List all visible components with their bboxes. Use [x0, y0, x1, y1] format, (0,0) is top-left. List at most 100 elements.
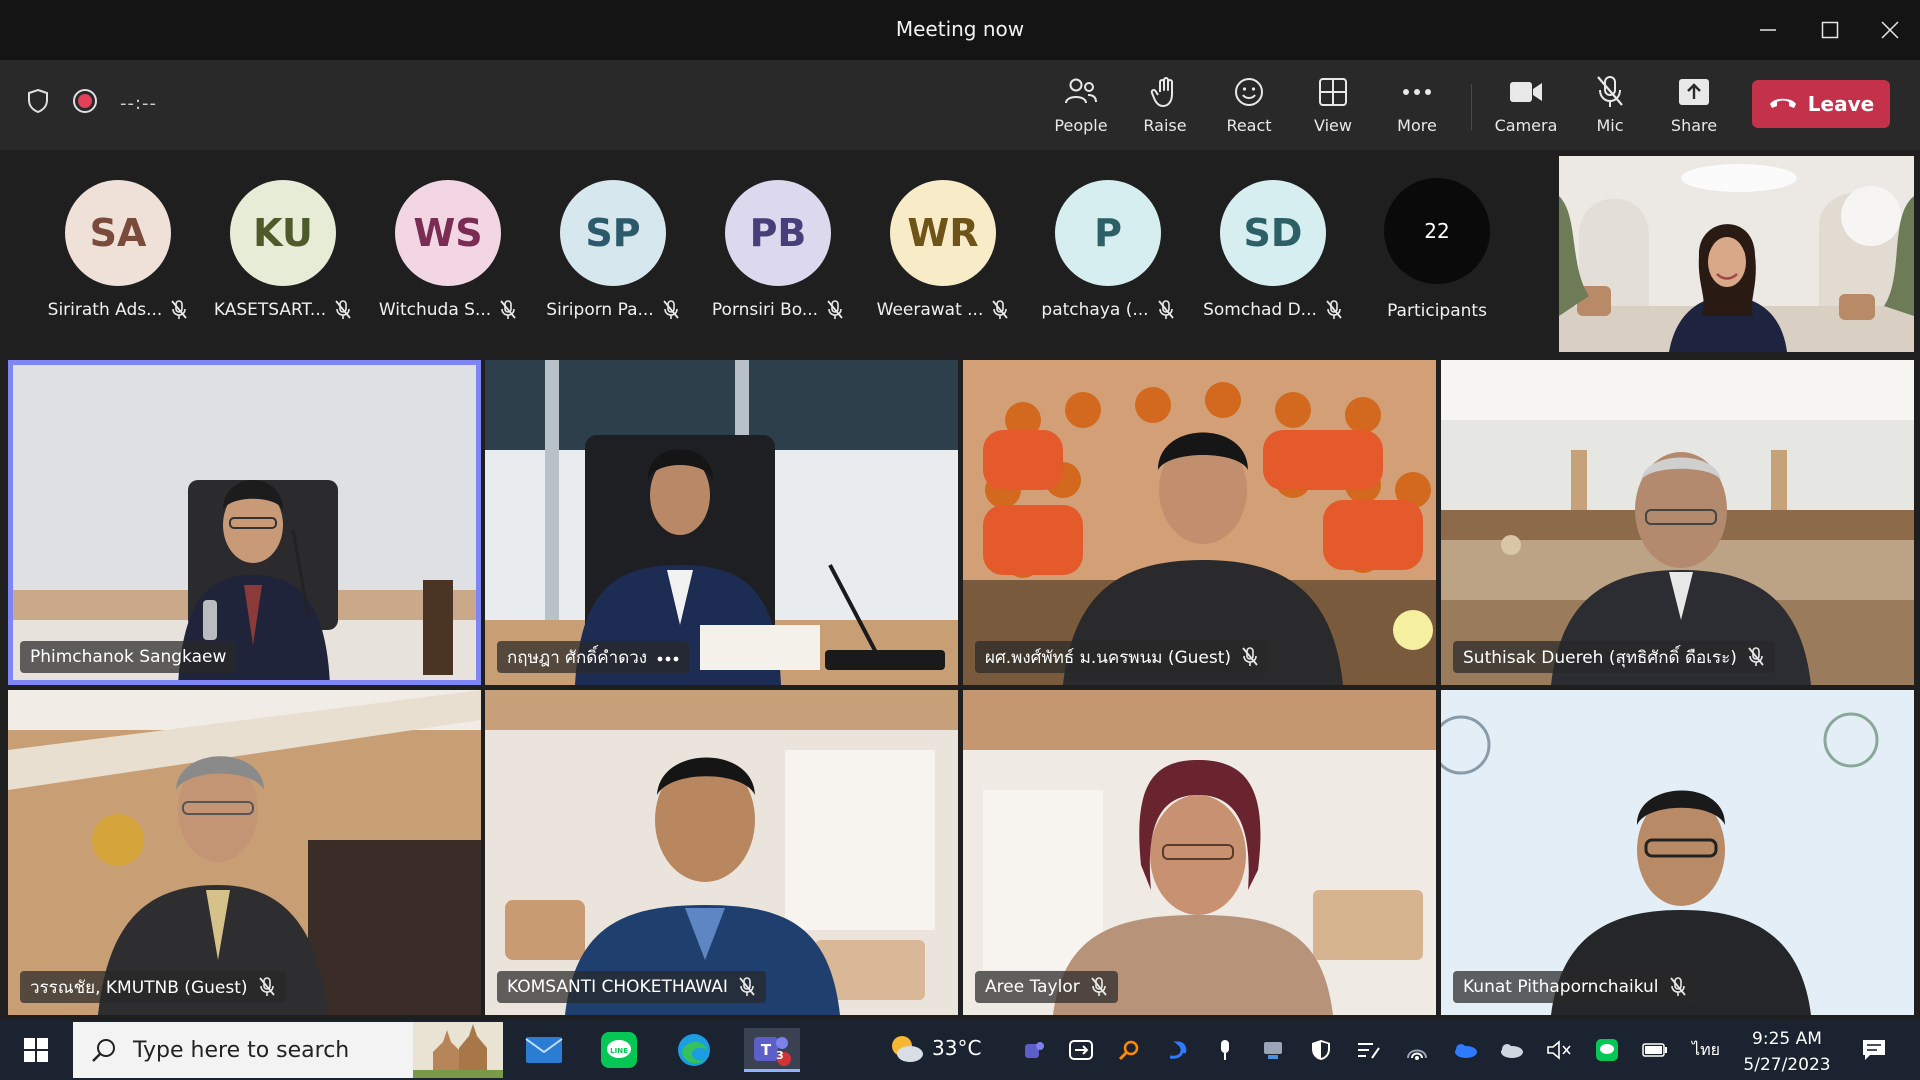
participant-video-tile[interactable]: Suthisak Duereh (สุทธิศักดิ์ ดือเระ) — [1441, 360, 1914, 685]
self-view-video[interactable] — [1559, 156, 1914, 352]
participant-video-tile[interactable]: ผศ.พงศ์พัทธ์ ม.นครพนม (Guest) — [963, 360, 1436, 685]
people-label: People — [1054, 116, 1108, 135]
input-language[interactable]: ไทย — [1686, 1034, 1726, 1066]
participant-avatar-item[interactable]: KU KASETSART... — [203, 180, 363, 340]
security-shield-tray-icon[interactable] — [1306, 1034, 1336, 1066]
video-feed-image — [8, 360, 481, 685]
video-name-chip: ผศ.พงศ์พัทธ์ ม.นครพนม (Guest) — [975, 641, 1270, 673]
participant-avatar-item[interactable]: WR Weerawat ... — [863, 180, 1023, 340]
more-button[interactable]: More — [1377, 74, 1457, 142]
maximize-icon[interactable] — [1810, 10, 1850, 50]
battery-icon[interactable] — [1640, 1034, 1670, 1066]
leave-button[interactable]: Leave — [1752, 80, 1890, 128]
line-app-icon[interactable]: LINE — [595, 1028, 643, 1072]
wifi-icon[interactable] — [1402, 1034, 1432, 1066]
weather-widget[interactable]: 33°C — [888, 1032, 981, 1064]
participant-video-tile[interactable]: กฤษฎา ศักดิ์คำดวง — [485, 360, 958, 685]
participant-avatar-item[interactable]: WS Witchuda S... — [368, 180, 528, 340]
search-tool-tray-icon[interactable] — [1114, 1034, 1144, 1066]
meeting-timer: --:-- — [120, 92, 158, 114]
microphone-tray-icon[interactable] — [1210, 1034, 1240, 1066]
search-icon — [92, 1039, 115, 1062]
participant-video-tile[interactable]: Phimchanok Sangkaew — [8, 360, 481, 685]
meeting-toolbar: --:-- People Raise React View More Camer… — [0, 60, 1920, 150]
mic-muted-icon — [662, 300, 680, 320]
video-participant-name: Phimchanok Sangkaew — [30, 647, 227, 667]
avatar: SP — [560, 180, 666, 286]
mic-button[interactable]: Mic — [1570, 74, 1650, 142]
edge-browser-icon[interactable] — [670, 1028, 718, 1072]
pen-menu-tray-icon[interactable] — [1354, 1034, 1384, 1066]
participant-video-tile[interactable]: วรรณชัย, KMUTNB (Guest) — [8, 690, 481, 1015]
mail-app-icon[interactable] — [520, 1028, 568, 1072]
video-participant-name: กฤษฎา ศักดิ์คำดวง — [507, 647, 648, 668]
video-name-chip: Aree Taylor — [975, 971, 1118, 1003]
participant-name-row: Pornsiri Bo... — [698, 300, 858, 320]
video-feed-image — [485, 360, 958, 685]
toolbar-divider — [1471, 84, 1472, 130]
participant-video-tile[interactable]: Kunat Pithapornchaikul — [1441, 690, 1914, 1015]
more-label: More — [1397, 116, 1437, 135]
teams-app-icon[interactable]: T 3 — [744, 1028, 800, 1072]
raise-hand-button[interactable]: Raise — [1125, 74, 1205, 142]
app-tray-icon[interactable] — [1162, 1034, 1192, 1066]
speaker-muted-icon[interactable] — [1544, 1034, 1574, 1066]
view-button[interactable]: View — [1293, 74, 1373, 142]
participant-name: Pornsiri Bo... — [711, 300, 819, 320]
video-feed-image — [1441, 690, 1914, 1015]
people-button[interactable]: People — [1041, 74, 1121, 142]
share-button[interactable]: Share — [1654, 74, 1734, 142]
notification-center-icon[interactable] — [1856, 1034, 1892, 1066]
participant-name: Witchuda S... — [378, 300, 492, 320]
search-placeholder: Type here to search — [133, 1037, 350, 1063]
hand-icon — [1147, 74, 1183, 110]
participant-name: Siriporn Pa... — [546, 300, 654, 320]
windows-taskbar: Type here to search LINE T 3 33°C ไทย 9:… — [0, 1020, 1920, 1080]
participant-avatar-item[interactable]: SP Siriporn Pa... — [533, 180, 693, 340]
windows-start-button[interactable] — [12, 1028, 60, 1072]
shield-icon[interactable] — [26, 88, 50, 118]
ellipsis-icon[interactable] — [657, 647, 679, 667]
close-icon[interactable] — [1870, 10, 1910, 50]
clock-time: 9:25 AM — [1752, 1029, 1822, 1049]
taskbar-clock[interactable]: 9:25 AM 5/27/2023 — [1740, 1026, 1834, 1078]
network-drive-tray-icon[interactable] — [1258, 1034, 1288, 1066]
video-feed-image — [963, 360, 1436, 685]
camera-button[interactable]: Camera — [1486, 74, 1566, 142]
cloud-sync-icon[interactable] — [1496, 1034, 1526, 1066]
react-button[interactable]: React — [1209, 74, 1289, 142]
participant-avatar-item[interactable]: SA Sirirath Ads... — [38, 180, 198, 340]
participants-count-button[interactable]: 22 — [1384, 178, 1490, 284]
mic-muted-icon — [826, 300, 844, 320]
svg-text:T: T — [761, 1041, 772, 1059]
participant-name: patchaya (... — [1041, 300, 1149, 320]
remote-app-tray-icon[interactable] — [1066, 1034, 1096, 1066]
onedrive-cloud-icon[interactable] — [1450, 1034, 1480, 1066]
react-label: React — [1226, 116, 1272, 135]
taskbar-search-box[interactable]: Type here to search — [73, 1022, 503, 1078]
participant-avatar-item[interactable]: PB Pornsiri Bo... — [698, 180, 858, 340]
participant-name-row: Sirirath Ads... — [38, 300, 198, 320]
line-tray-icon[interactable] — [1592, 1034, 1622, 1066]
mic-muted-icon — [170, 300, 188, 320]
participant-name: Somchad D... — [1203, 300, 1317, 320]
window-title: Meeting now — [895, 17, 1025, 41]
video-feed-image — [8, 690, 481, 1015]
participant-video-tile[interactable]: KOMSANTI CHOKETHAWAI — [485, 690, 958, 1015]
svg-text:LINE: LINE — [610, 1047, 628, 1055]
avatar: WS — [395, 180, 501, 286]
mic-muted-icon — [1669, 977, 1687, 997]
participant-avatar-item[interactable]: Ppatchaya (... — [1028, 180, 1188, 340]
avatar: SA — [65, 180, 171, 286]
share-icon — [1676, 74, 1712, 110]
teams-tray-icon[interactable] — [1018, 1034, 1048, 1066]
participant-name-row: Somchad D... — [1193, 300, 1353, 320]
participant-video-tile[interactable]: Aree Taylor — [963, 690, 1436, 1015]
mic-muted-icon — [1592, 74, 1628, 110]
minimize-icon[interactable] — [1748, 10, 1788, 50]
leave-label: Leave — [1807, 92, 1875, 116]
recording-icon — [72, 88, 98, 118]
avatar: SD — [1220, 180, 1326, 286]
participant-avatar-item[interactable]: SD Somchad D... — [1193, 180, 1353, 340]
video-participant-name: Aree Taylor — [985, 977, 1080, 997]
